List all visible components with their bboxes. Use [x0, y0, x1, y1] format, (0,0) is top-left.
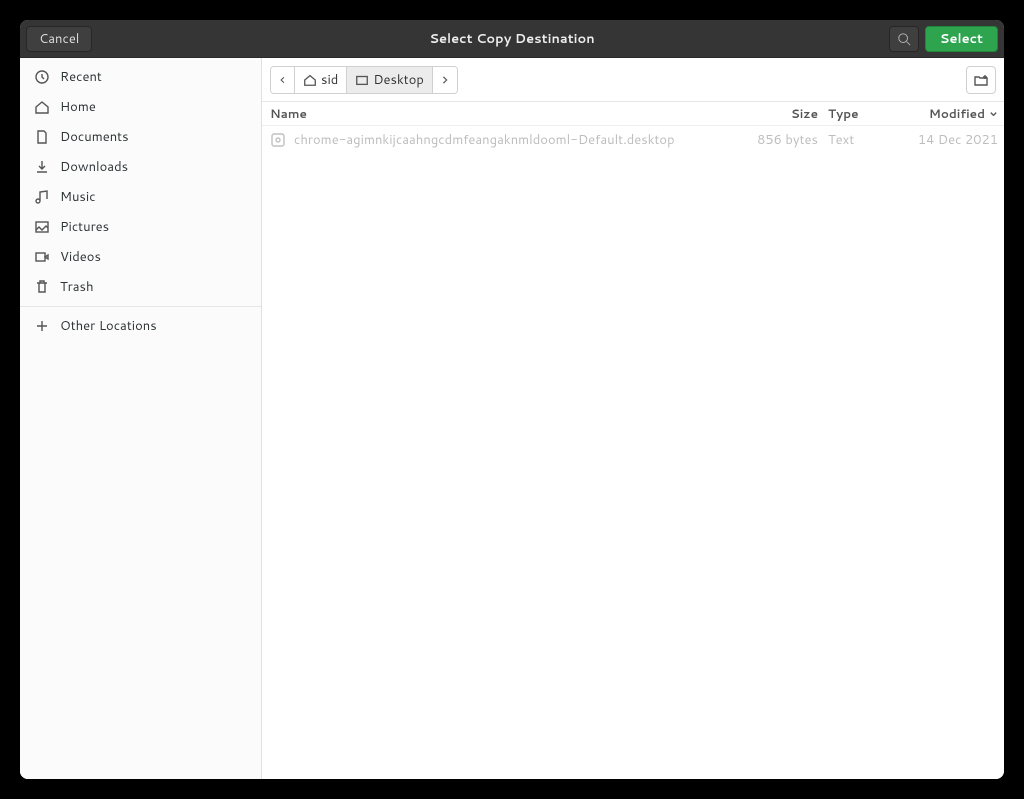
pictures-icon	[34, 219, 50, 235]
file-list-header: Name Size Type Modified	[262, 102, 1004, 126]
trash-icon	[34, 279, 50, 295]
search-icon	[897, 32, 911, 46]
sort-desc-icon	[989, 109, 998, 118]
titlebar: Cancel Select Copy Destination Select	[20, 20, 1004, 58]
plus-icon	[34, 318, 50, 334]
nav-forward-button[interactable]	[433, 67, 457, 93]
sidebar-item-pictures[interactable]: Pictures	[20, 212, 261, 242]
column-header-size[interactable]: Size	[738, 105, 828, 122]
videos-icon	[34, 249, 50, 265]
sidebar-item-label: Pictures	[60, 218, 109, 236]
music-icon	[34, 189, 50, 205]
sidebar-item-documents[interactable]: Documents	[20, 122, 261, 152]
file-size: 856 bytes	[738, 131, 828, 149]
select-button[interactable]: Select	[925, 26, 998, 52]
sidebar-item-label: Videos	[60, 248, 101, 266]
column-header-name[interactable]: Name	[268, 105, 738, 122]
sidebar-item-label: Recent	[60, 68, 102, 86]
file-chooser-window: Cancel Select Copy Destination Select Re…	[20, 20, 1004, 779]
clock-icon	[34, 69, 50, 85]
column-header-modified-label: Modified	[929, 105, 985, 122]
breadcrumb: sid Desktop	[270, 66, 458, 94]
column-header-type[interactable]: Type	[828, 105, 898, 122]
sidebar-item-label: Downloads	[60, 158, 128, 176]
chevron-left-icon	[279, 74, 286, 86]
nav-back-button[interactable]	[271, 67, 295, 93]
sidebar-item-label: Other Locations	[60, 317, 157, 335]
sidebar-item-videos[interactable]: Videos	[20, 242, 261, 272]
file-modified: 14 Dec 2021	[898, 131, 998, 149]
file-type: Text	[828, 131, 898, 149]
toolbar: sid Desktop	[262, 58, 1004, 102]
file-row[interactable]: chrome-agimnkijcaahngcdmfeangaknmldooml-…	[262, 126, 1004, 154]
breadcrumb-label: sid	[321, 71, 338, 89]
file-name: chrome-agimnkijcaahngcdmfeangaknmldooml-…	[294, 131, 675, 149]
settings-icon	[270, 132, 286, 148]
breadcrumb-segment-desktop[interactable]: Desktop	[347, 67, 433, 93]
sidebar-item-other-locations[interactable]: Other Locations	[20, 311, 261, 341]
sidebar: Recent Home Documents Downloads Music Pi…	[20, 58, 262, 779]
sidebar-item-label: Trash	[60, 278, 94, 296]
sidebar-item-label: Documents	[60, 128, 129, 146]
breadcrumb-label: Desktop	[373, 71, 424, 89]
search-button[interactable]	[889, 26, 919, 52]
documents-icon	[34, 129, 50, 145]
column-header-modified[interactable]: Modified	[898, 105, 998, 122]
dialog-body: Recent Home Documents Downloads Music Pi…	[20, 58, 1004, 779]
cancel-button[interactable]: Cancel	[26, 26, 92, 52]
sidebar-item-label: Home	[60, 98, 96, 116]
sidebar-item-label: Music	[60, 188, 96, 206]
sidebar-separator	[20, 306, 261, 307]
chevron-right-icon	[441, 74, 449, 86]
sidebar-item-music[interactable]: Music	[20, 182, 261, 212]
main-pane: sid Desktop Name	[262, 58, 1004, 779]
breadcrumb-segment-sid[interactable]: sid	[295, 67, 347, 93]
folder-icon	[355, 73, 369, 87]
new-folder-button[interactable]	[966, 66, 996, 94]
downloads-icon	[34, 159, 50, 175]
sidebar-item-recent[interactable]: Recent	[20, 62, 261, 92]
home-icon	[34, 99, 50, 115]
new-folder-icon	[973, 72, 989, 88]
sidebar-item-home[interactable]: Home	[20, 92, 261, 122]
home-icon	[303, 73, 317, 87]
sidebar-item-downloads[interactable]: Downloads	[20, 152, 261, 182]
dialog-title: Select Copy Destination	[20, 30, 1004, 48]
sidebar-item-trash[interactable]: Trash	[20, 272, 261, 302]
